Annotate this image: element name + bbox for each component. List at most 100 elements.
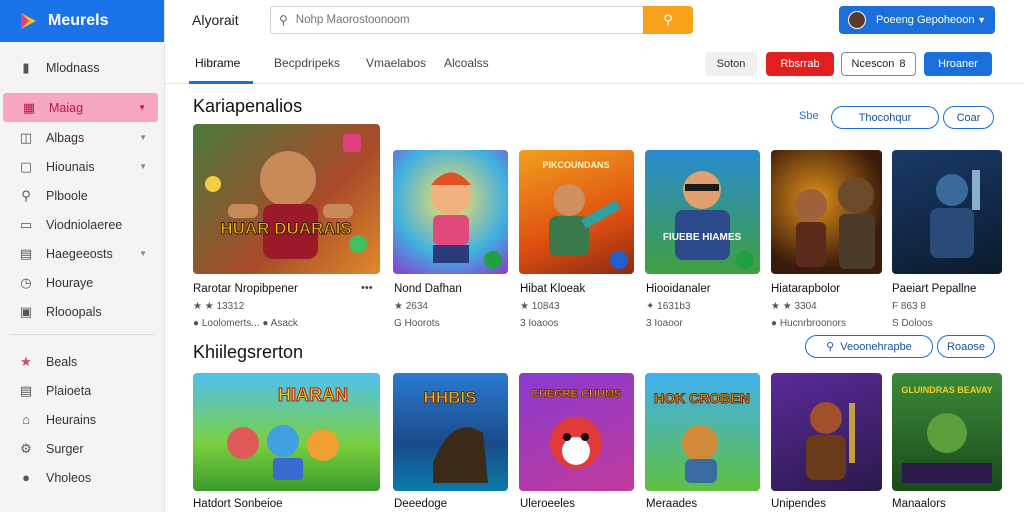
- game-rating: ★ ★ 13312: [193, 301, 245, 312]
- tab-0[interactable]: Hibrame: [195, 56, 240, 70]
- game-thumbnail[interactable]: HOK CROBEN: [645, 373, 760, 491]
- map-icon: ▮: [22, 59, 30, 75]
- toolbar-button-blue[interactable]: Hroaner: [924, 52, 992, 76]
- sidebar-item-label: Maiag: [49, 100, 84, 115]
- sidebar-item-8[interactable]: ▣ Rlooopals: [0, 297, 165, 326]
- game-title[interactable]: Hatdort Sonbeioe: [193, 498, 283, 510]
- game-thumbnail[interactable]: HIARAN: [193, 373, 380, 491]
- brand[interactable]: Meurels: [0, 0, 164, 42]
- search-box[interactable]: ⚲: [270, 6, 644, 34]
- account-button[interactable]: Poeeng Gepoheoon ▼: [839, 6, 995, 34]
- chevron-down-icon: ▼: [139, 249, 147, 258]
- sidebar-item-9[interactable]: ★ Beals: [0, 347, 165, 376]
- game-thumbnail[interactable]: CHEGRE CHUMS: [519, 373, 634, 491]
- sidebar-item-label: Rlooopals: [46, 304, 102, 319]
- avatar: [848, 11, 866, 29]
- game-thumbnail[interactable]: HHBIS: [393, 373, 508, 491]
- toolbar-button-plain[interactable]: Soton: [705, 52, 757, 76]
- chevron-down-icon: ▼: [139, 162, 147, 171]
- sidebar-item-0[interactable]: ▮ Mlodnass: [0, 53, 165, 82]
- sidebar-item-label: Plboole: [46, 188, 88, 203]
- game-title[interactable]: Hiooidanaler: [646, 283, 711, 295]
- tab-active-indicator: [189, 81, 253, 84]
- filter-pill[interactable]: Thocohqur: [831, 106, 939, 129]
- tab-3[interactable]: Alcoalss: [444, 56, 489, 70]
- game-title[interactable]: Hiatarapbolor: [771, 283, 840, 295]
- game-thumbnail[interactable]: HUAR DUARAIS: [193, 124, 380, 274]
- toolbar-button-outline[interactable]: Ncescon 8: [841, 52, 916, 76]
- gear-icon: ⚙: [20, 440, 32, 456]
- sidebar-item-5[interactable]: ▭ Viodniolaeree: [0, 210, 165, 239]
- game-title[interactable]: Manaalors: [892, 498, 946, 510]
- sidebar-item-7[interactable]: ◷ Houraye: [0, 268, 165, 297]
- game-art: HUAR DUARAIS: [205, 134, 367, 259]
- game-thumbnail[interactable]: [393, 150, 508, 274]
- svg-text:GLUINDRAS BEAVAY: GLUINDRAS BEAVAY: [901, 385, 992, 395]
- game-rating: F 863 8: [892, 301, 926, 312]
- box-icon: ▢: [19, 158, 33, 174]
- sidebar-item-1[interactable]: ▦ Maiag ▼: [3, 93, 158, 122]
- game-art: HIARAN: [227, 385, 349, 480]
- game-meta: 3 Ioaoos: [520, 318, 559, 329]
- sidebar-item-11[interactable]: ⌂ Heurains: [0, 405, 165, 434]
- tag-icon: ⌂: [22, 412, 30, 427]
- sidebar-item-label: Houraye: [46, 275, 94, 290]
- game-title[interactable]: Nond Dafhan: [394, 283, 462, 295]
- game-thumbnail[interactable]: [771, 150, 882, 274]
- sidebar-item-12[interactable]: ⚙ Surger: [0, 434, 165, 463]
- sidebar-item-label: Mlodnass: [46, 60, 100, 75]
- tab-2[interactable]: Vmaelabos: [366, 56, 426, 70]
- search-button[interactable]: ⚲: [643, 6, 693, 34]
- game-thumbnail[interactable]: GLUINDRAS BEAVAY: [892, 373, 1002, 491]
- game-title[interactable]: Deeedoge: [394, 498, 447, 510]
- sidebar-divider: [10, 334, 155, 335]
- svg-text:HIARAN: HIARAN: [278, 385, 348, 405]
- game-thumbnail[interactable]: [771, 373, 882, 491]
- game-title[interactable]: Uleroeeles: [520, 498, 575, 510]
- game-title[interactable]: Paeiart Pepallne: [892, 283, 976, 295]
- search-input[interactable]: [295, 14, 616, 26]
- filter-pill[interactable]: Coar: [943, 106, 994, 129]
- more-options-icon[interactable]: •••: [361, 282, 373, 294]
- sidebar-item-4[interactable]: ⚲ Plboole: [0, 181, 165, 210]
- search-icon: ⚲: [279, 13, 288, 27]
- svg-text:PIKCOUNDANS: PIKCOUNDANS: [542, 160, 609, 170]
- game-thumbnail[interactable]: [892, 150, 1002, 274]
- sidebar-item-10[interactable]: ▤ Plaioeta: [0, 376, 165, 405]
- sidebar-item-label: Beals: [46, 354, 78, 369]
- toolbar-button-red[interactable]: Rbsrrab: [766, 52, 834, 76]
- clock-icon: ◷: [20, 274, 32, 290]
- game-thumbnail[interactable]: FIUEBE HIAMES: [645, 150, 760, 274]
- game-rating: ★ 10843: [520, 301, 560, 312]
- filter-pill[interactable]: Roaose: [937, 335, 995, 358]
- game-title[interactable]: Meraades: [646, 498, 697, 510]
- game-art: [431, 172, 502, 269]
- bag-icon: ▣: [19, 303, 33, 319]
- game-title[interactable]: Rarotar Nropibpener: [193, 283, 298, 295]
- filter-pill[interactable]: ⚲ Veoonehrapbe: [805, 335, 933, 358]
- sidebar-item-3[interactable]: ▢ Hiounais ▼: [0, 152, 165, 181]
- sidebar-item-label: Heurains: [46, 412, 97, 427]
- sidebar-item-2[interactable]: ◫ Albags ▼: [0, 123, 165, 152]
- message-icon: ▭: [19, 216, 33, 232]
- sidebar-item-label: Hiounais: [46, 159, 95, 174]
- game-art: HHBIS: [423, 388, 488, 483]
- game-thumbnail[interactable]: PIKCOUNDANS: [519, 150, 634, 274]
- game-meta: S Doloos: [892, 318, 933, 329]
- svg-text:HHBIS: HHBIS: [424, 388, 477, 407]
- toolbar-button-count: 8: [899, 58, 906, 70]
- section-link[interactable]: Sbe: [799, 110, 819, 122]
- sidebar-item-6[interactable]: ▤ Haegeeosts ▼: [0, 239, 165, 268]
- search-icon: ⚲: [663, 12, 673, 27]
- sidebar-item-label: Surger: [46, 441, 84, 456]
- game-title[interactable]: Hibat Kloeak: [520, 283, 585, 295]
- section-title: Kariapenalios: [193, 96, 303, 116]
- game-art: PIKCOUNDANS: [542, 160, 628, 269]
- sidebar: Meurels ▮ Mlodnass ▦ Maiag ▼ ◫ Albags ▼ …: [0, 0, 165, 512]
- tab-1[interactable]: Becpdripeks: [274, 56, 340, 70]
- game-meta: ● Hucnrbroonors: [771, 318, 846, 329]
- sidebar-item-13[interactable]: ● Vholeos: [0, 463, 165, 492]
- game-title[interactable]: Unipendes: [771, 498, 826, 510]
- game-rating: ✦ 1631b3: [646, 301, 691, 312]
- toolbar-button-outline-label: Ncescon: [851, 58, 895, 70]
